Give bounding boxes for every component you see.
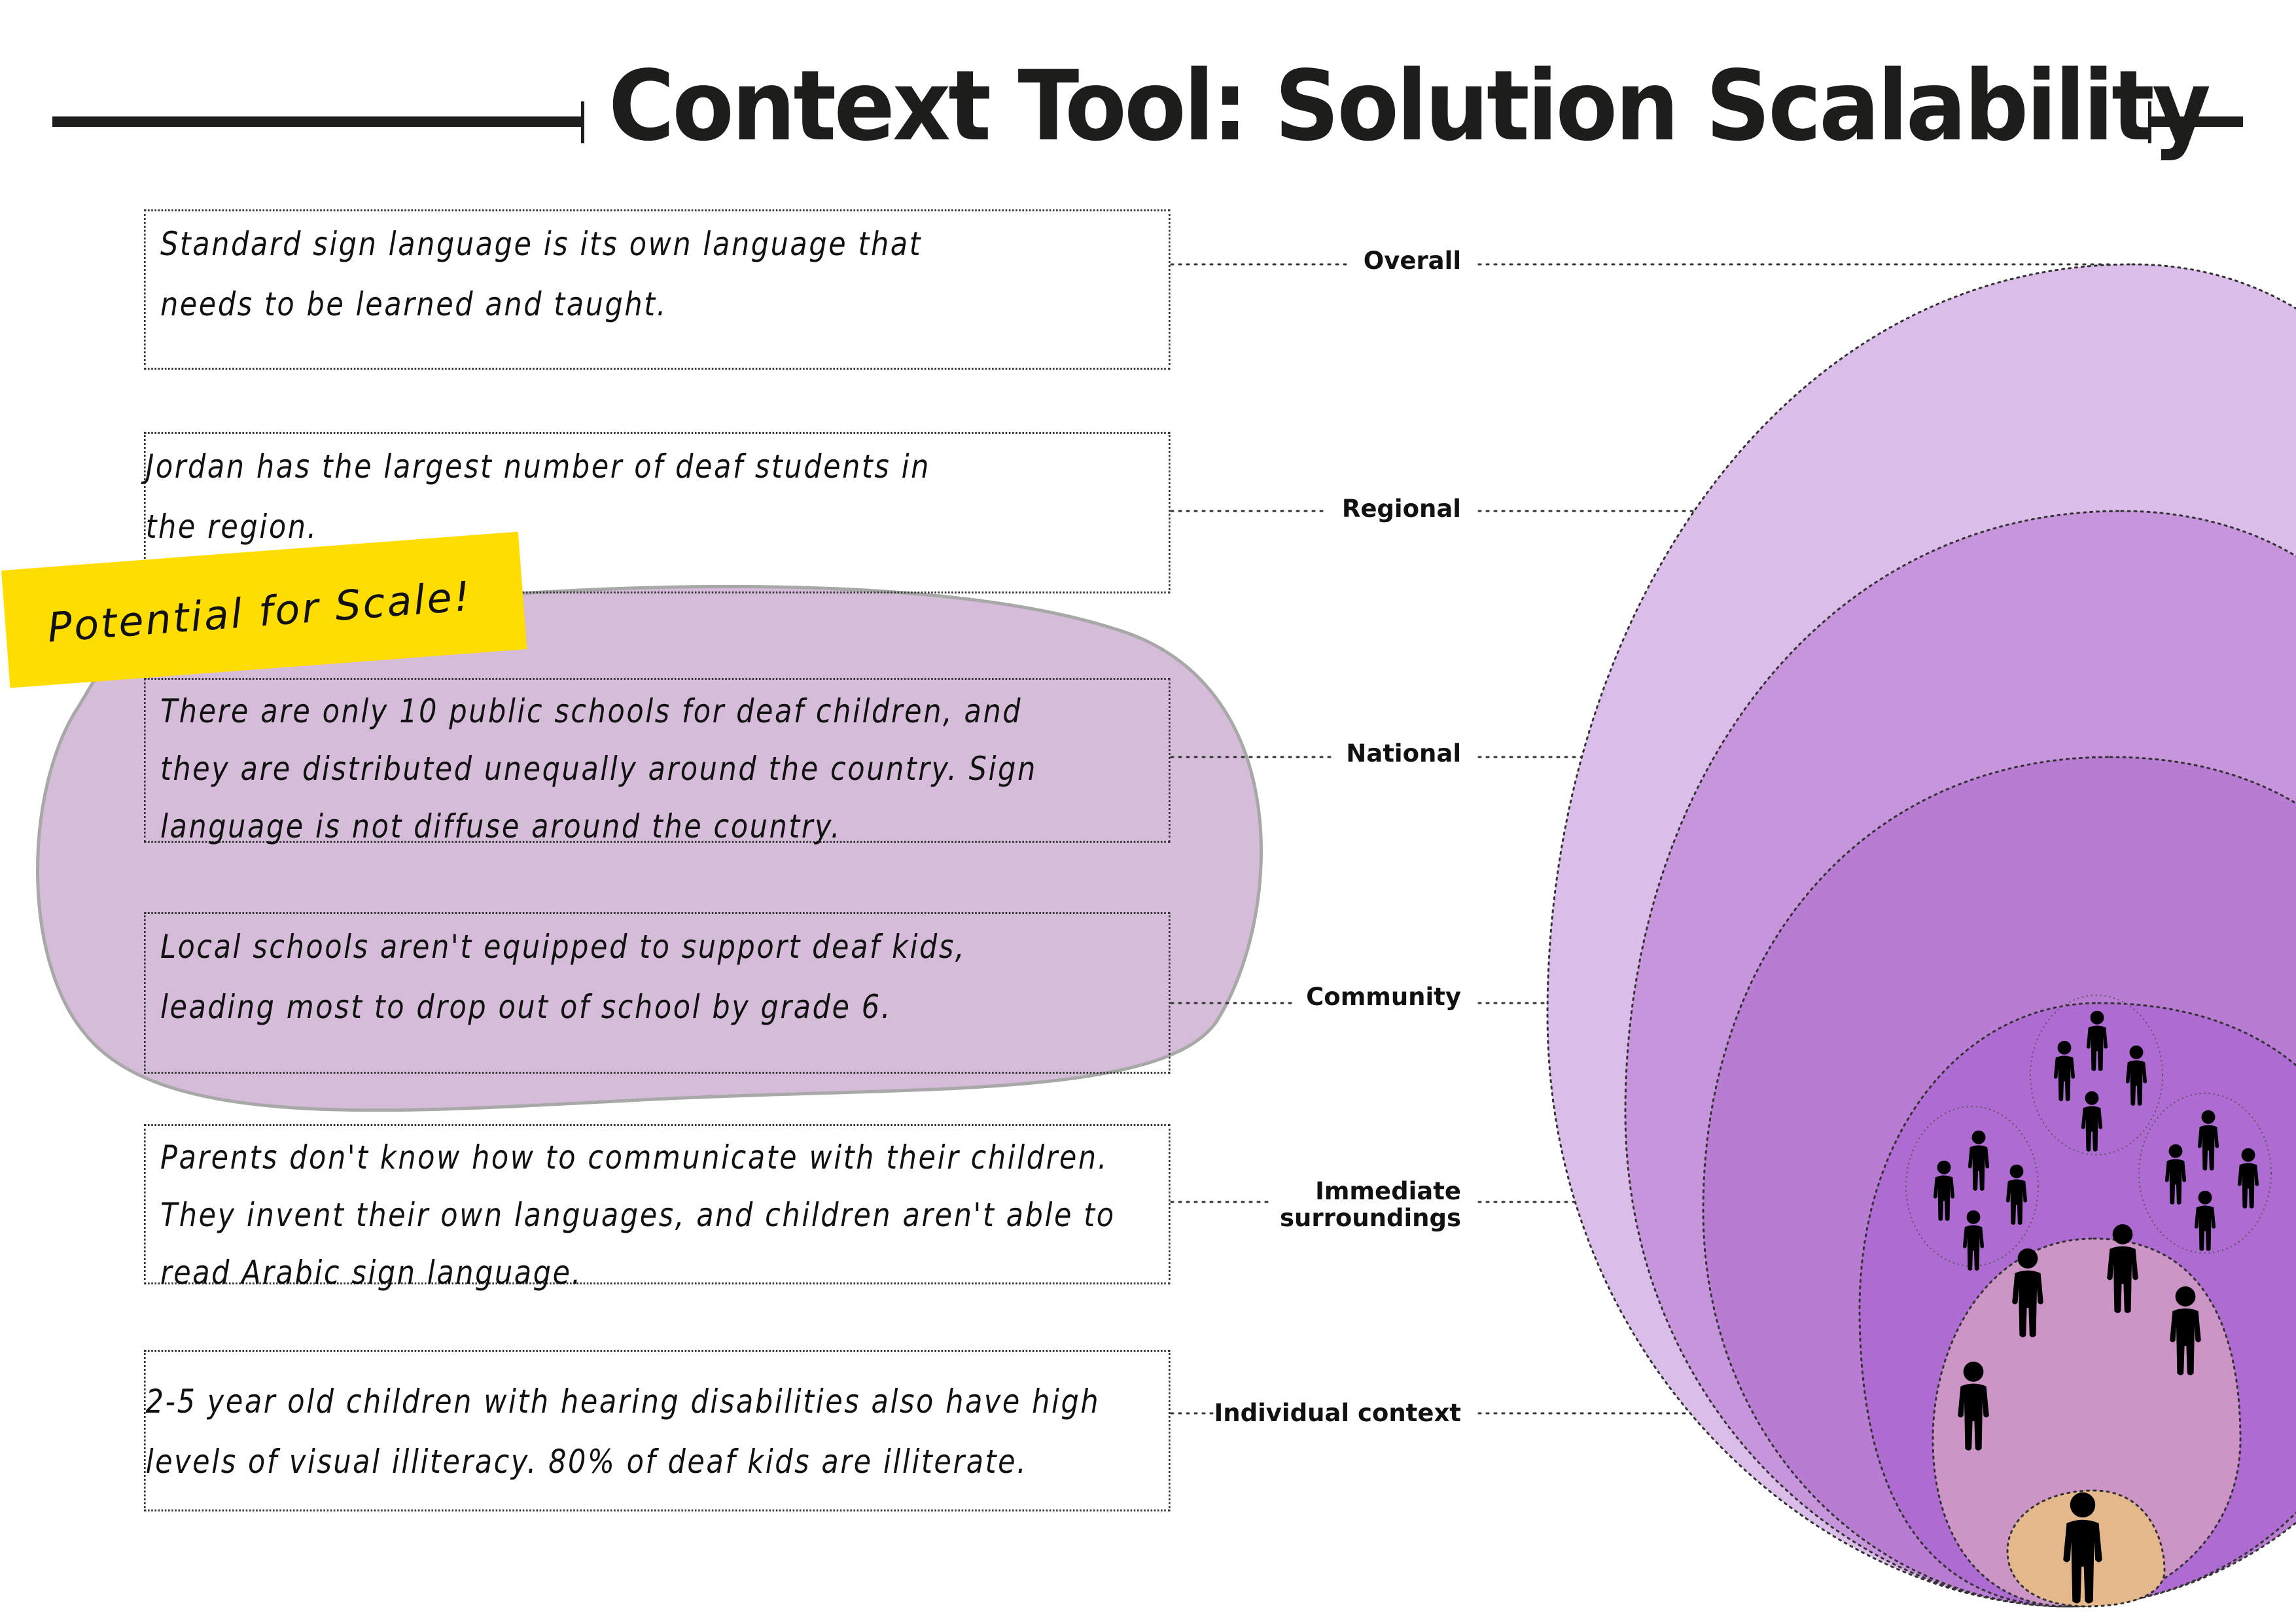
note-line: Standard sign language is its own langua… (160, 225, 923, 263)
note-line: leading most to drop out of school by gr… (160, 988, 892, 1026)
level-label-overall: Overall (1363, 247, 1461, 275)
title-rule-left-cap (581, 101, 584, 143)
note-line: Local schools aren't equipped to support… (160, 928, 966, 966)
layer-eggs (1546, 263, 2296, 1608)
note-community: Local schools aren't equipped to support… (144, 912, 1171, 1074)
level-label-regional: Regional (1341, 495, 1461, 523)
note-line: There are only 10 public schools for dea… (160, 692, 1023, 730)
note-line: They invent their own languages, and chi… (160, 1196, 1116, 1234)
note-line: levels of visual illiteracy. 80% of deaf… (145, 1443, 1028, 1481)
level-label-immediate-line1: Immediate (1315, 1177, 1461, 1205)
note-line: read Arabic sign language. (160, 1254, 582, 1292)
note-line: language is not diffuse around the count… (160, 807, 841, 845)
sticker-label: Potential for Scale! (46, 572, 474, 652)
note-immediate: Parents don't know how to communicate wi… (144, 1124, 1171, 1292)
note-individual: 2-5 year old children with hearing disab… (144, 1350, 1171, 1511)
note-line: needs to be learned and taught. (160, 285, 667, 323)
level-label-community: Community (1306, 983, 1461, 1011)
note-line: 2-5 year old children with hearing disab… (145, 1383, 1101, 1421)
level-label-national: National (1346, 739, 1461, 768)
note-national: There are only 10 public schools for dea… (144, 678, 1171, 845)
level-label-immediate-line2: surroundings (1280, 1204, 1461, 1232)
page-title: Context Tool: Solution Scalability (609, 50, 2211, 162)
note-line: Parents don't know how to communicate wi… (160, 1139, 1108, 1176)
note-line: Jordan has the largest number of deaf st… (145, 448, 930, 485)
level-label-immediate: Immediate surroundings (1280, 1178, 1461, 1231)
level-label-individual: Individual context (1214, 1399, 1461, 1427)
title-rule-left (52, 116, 581, 127)
note-overall: Standard sign language is its own langua… (144, 209, 1171, 370)
note-line: they are distributed unequally around th… (160, 750, 1037, 788)
